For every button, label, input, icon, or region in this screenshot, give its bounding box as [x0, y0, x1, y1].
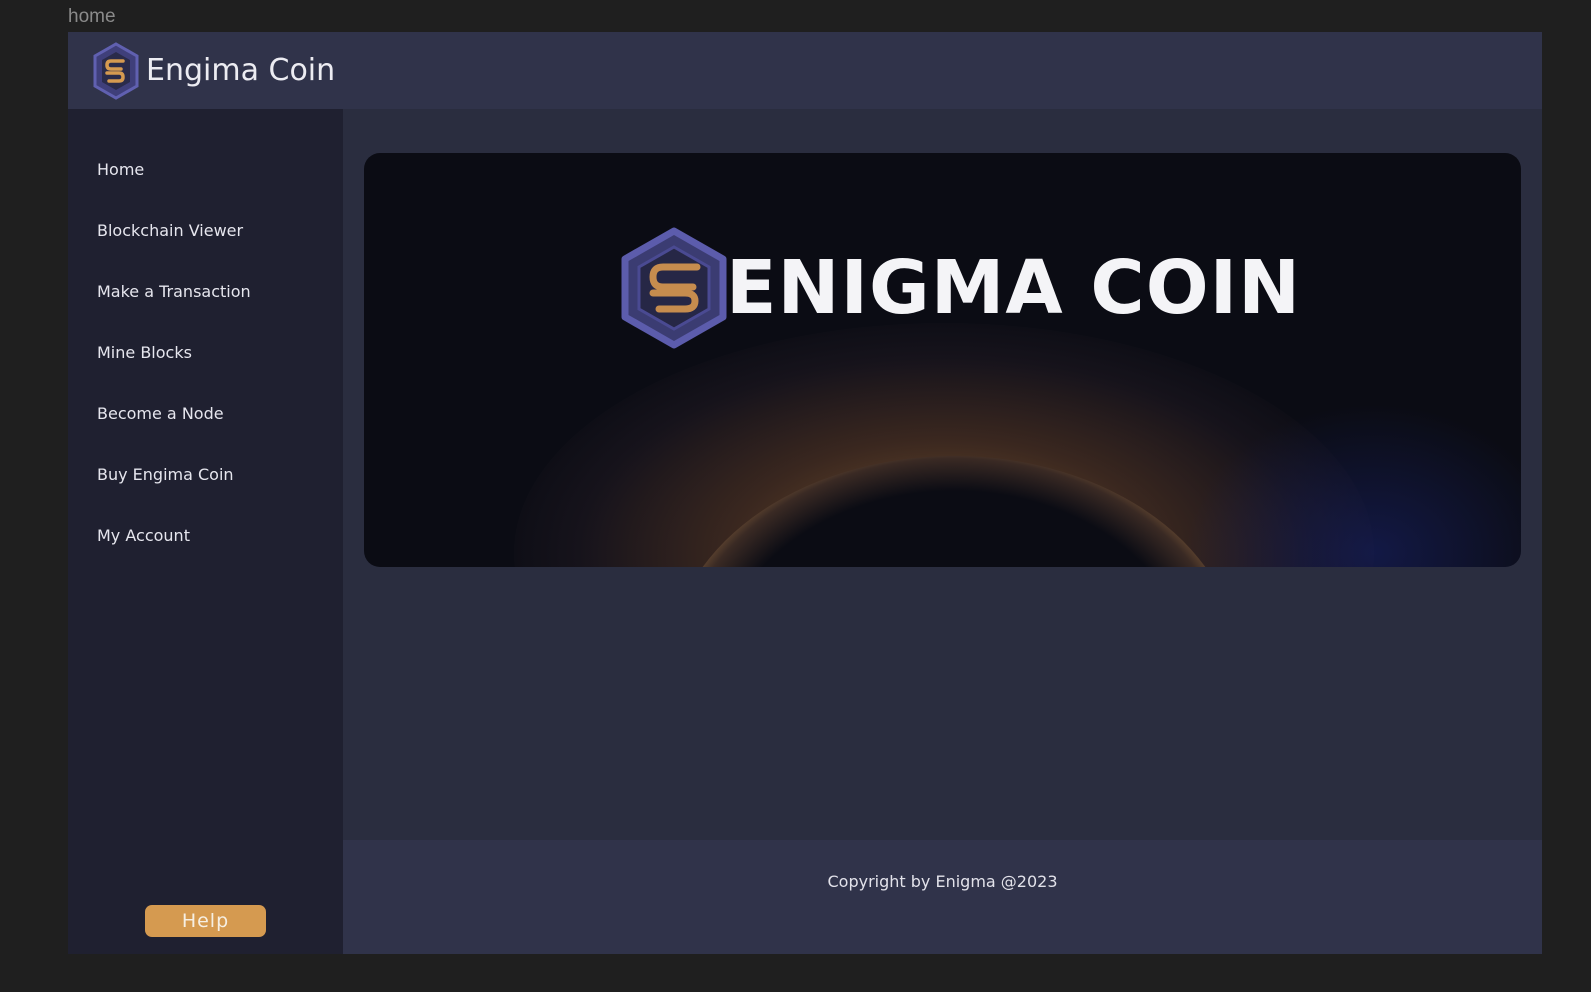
sidebar-item-make-transaction[interactable]: Make a Transaction [97, 282, 251, 301]
sidebar-item-mine-blocks[interactable]: Mine Blocks [97, 343, 192, 362]
brand-name: Engima Coin [146, 53, 336, 88]
sidebar-item-become-node[interactable]: Become a Node [97, 404, 224, 423]
hero-title: ENIGMA COIN [726, 245, 1302, 331]
app-window: Engima Coin Home Blockchain Viewer Make … [68, 32, 1542, 954]
help-button[interactable]: Help [145, 905, 266, 937]
enigma-logo-icon [93, 41, 139, 100]
sidebar-item-my-account[interactable]: My Account [97, 526, 190, 545]
top-bar: Engima Coin [68, 32, 1542, 109]
copyright-text: Copyright by Enigma @2023 [827, 872, 1058, 891]
sidebar-item-blockchain-viewer[interactable]: Blockchain Viewer [97, 221, 243, 240]
frame-label: home [68, 6, 116, 27]
enigma-hero-logo-icon [621, 227, 727, 349]
sidebar: Home Blockchain Viewer Make a Transactio… [68, 109, 343, 954]
sidebar-item-home[interactable]: Home [97, 160, 144, 179]
hero-banner: ENIGMA COIN [364, 153, 1521, 567]
sidebar-item-buy-coin[interactable]: Buy Engima Coin [97, 465, 234, 484]
footer: Copyright by Enigma @2023 [343, 840, 1542, 954]
main-content: ENIGMA COIN [343, 109, 1542, 829]
